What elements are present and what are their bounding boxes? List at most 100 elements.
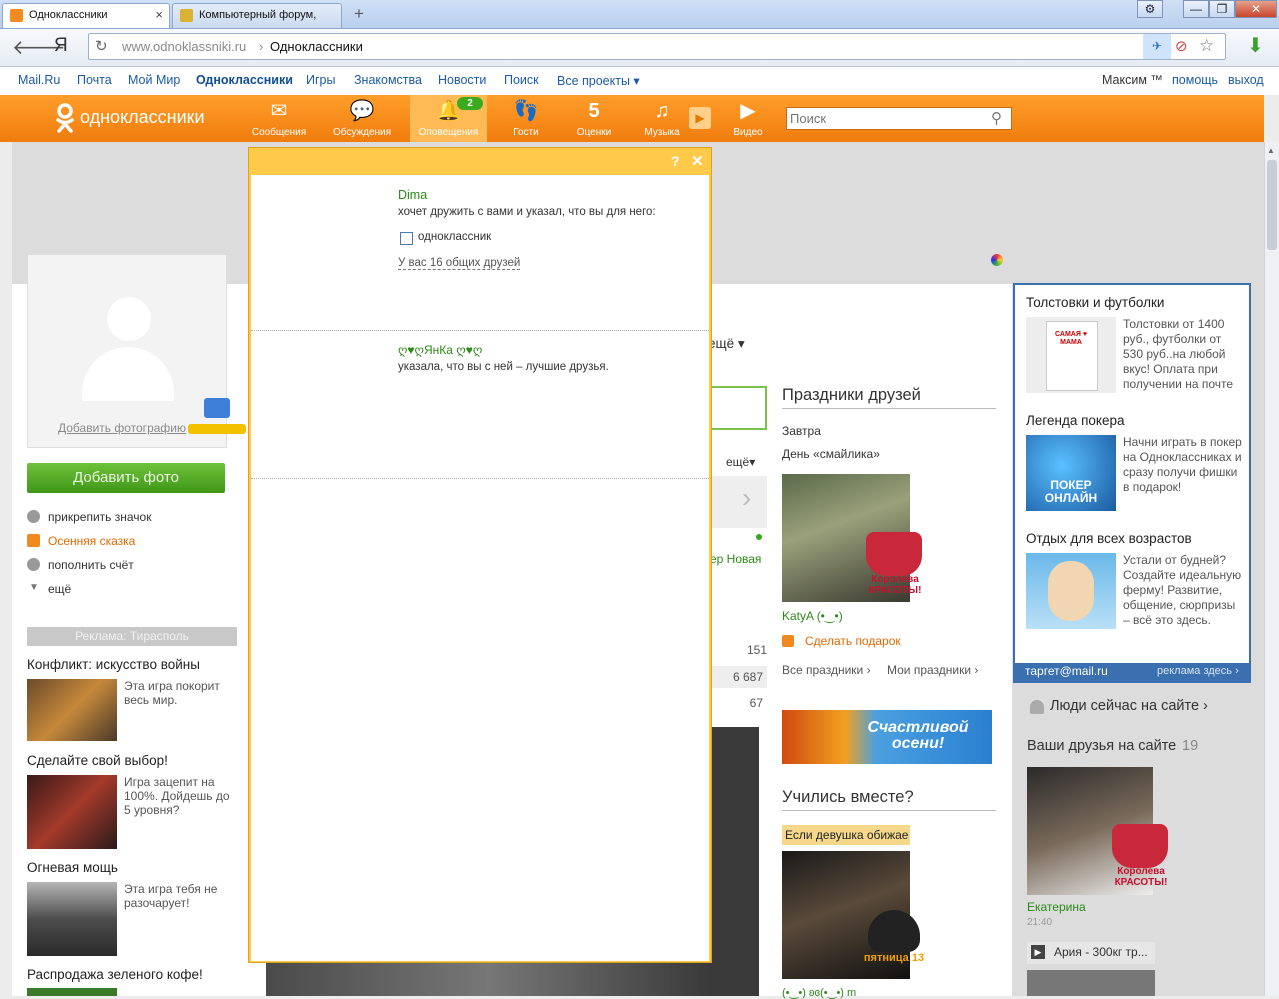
ad-thumbnail[interactable] [27,988,117,996]
stat-value: 67 [749,696,763,710]
odnoklassniki-header: одноклассники ✉ Сообщения 💬 Обсуждения 🔔… [0,95,1264,142]
restore-icon[interactable]: ❐ [1209,0,1235,18]
add-photo-button[interactable]: Добавить фото [27,463,225,493]
ad-text: Толстовки от 1400 руб., футболки от 530 … [1123,317,1234,391]
page-scrollbar[interactable]: ▲ [1264,142,1279,996]
ads-header: Реклама: Тирасполь [27,627,237,646]
all-holidays-link[interactable]: Все праздники › [782,663,871,677]
mailru-link[interactable]: Mail.Ru [18,73,60,87]
mutual-friends-link[interactable]: У вас 16 общих друзей [398,257,521,270]
holiday-name: День «смайлика» [782,447,880,461]
ad-text: Эта игра покорит весь мир. [124,679,220,707]
mail-link[interactable]: Почта [77,73,112,87]
ad-title[interactable]: Конфликт: искусство войны [27,657,237,672]
nav-guests[interactable]: 👣 Гости [490,95,562,142]
ad-title[interactable]: Сделайте свой выбор! [27,753,237,768]
carousel-next-arrow-icon[interactable]: › [742,482,751,514]
games-link[interactable]: Игры [306,73,335,87]
odnoklassniki-link[interactable]: Одноклассники [196,73,293,87]
help-icon[interactable]: ? [671,153,680,169]
song-cover[interactable] [1027,970,1155,996]
close-tab-icon[interactable]: × [155,4,163,26]
browser-tab-active[interactable]: Одноклассники × [2,3,170,28]
notifications-popup: ? ✕ Dima хочет дружить с вами и указал, … [248,147,712,963]
nav-music[interactable]: ♫ Музыка [626,95,698,142]
ad-thumbnail[interactable] [27,775,117,849]
friend-name[interactable]: KatyA (•‿•) [782,609,843,623]
new-tab-button[interactable]: + [346,4,372,24]
color-wheel-icon[interactable] [991,254,1003,266]
song-bar[interactable]: ▶ Ария - 300кг тр... [1027,942,1155,964]
nav-video[interactable]: ▶ Видео [712,95,784,142]
url-field[interactable]: ↻ www.odnoklassniki.ru › Одноклассники ✈… [88,33,1226,60]
my-holidays-link[interactable]: Мои праздники › [887,663,978,677]
friday13-text: пятница 13 [863,952,925,964]
ad-title[interactable]: Распродажа зеленого кофе! [27,967,237,982]
my-world-link[interactable]: Мой Мир [128,73,180,87]
add-photo-link[interactable]: Добавить фотографию [58,421,186,435]
video-thumbnail[interactable] [710,727,759,996]
friend-name-fragment[interactable]: ер Новая [710,552,761,566]
translate-icon[interactable]: ✈ [1143,34,1171,59]
ok-logo-icon[interactable] [54,103,76,133]
nav-notifications[interactable]: 🔔 2 Оповещения [410,95,487,142]
farm-ad-image[interactable] [1026,553,1116,629]
ad-title[interactable]: Огневая мощь [27,860,237,875]
ad-thumbnail[interactable] [27,882,117,956]
blocker-icon[interactable]: ⊘ [1175,37,1188,55]
nav-messages[interactable]: ✉ Сообщения [243,95,315,142]
music-play-icon[interactable]: ▶ [689,107,711,129]
close-popup-icon[interactable]: ✕ [691,152,704,170]
poker-ad-image[interactable]: ПОКЕР ОНЛАЙН [1026,435,1116,511]
ad-title[interactable]: Легенда покера [1026,413,1125,428]
help-link[interactable]: помощь [1172,73,1218,87]
ad-thumbnail[interactable] [27,679,117,741]
search-link[interactable]: Поиск [504,73,539,87]
dating-link[interactable]: Знакомства [354,73,422,87]
target-footer: таргет@mail.ru реклама здесь › [1015,663,1249,681]
logo-text[interactable]: одноклассники [80,107,205,128]
ad-title[interactable]: Отдых для всех возрастов [1026,531,1192,546]
search-icon[interactable]: ⚲ [991,109,1002,127]
scroll-up-icon[interactable]: ▲ [1267,146,1275,155]
download-icon[interactable]: ⬇ [1247,33,1264,58]
notification-sender-name[interactable]: ღ♥ღЯнКа ღ♥ღ [398,343,482,357]
video-thumbnail-bottom[interactable] [266,963,710,996]
user-name[interactable]: Максим ™ [1102,73,1163,87]
scrollbar-thumb[interactable] [1267,160,1277,250]
classmate-name[interactable]: (•‿•) ʚɞ(•‿•) m [782,986,856,999]
more-label: ещё [48,582,72,596]
reload-icon[interactable]: ↻ [95,37,108,55]
logout-link[interactable]: выход [1228,73,1264,87]
status-input-edge[interactable] [710,386,767,430]
footprints-icon: 👣 [513,100,539,122]
autumn-banner[interactable]: Счастливой осени! [782,710,992,764]
target-mail-logo[interactable]: таргет@mail.ru [1025,664,1108,678]
news-link[interactable]: Новости [438,73,486,87]
carousel-panel [710,476,767,528]
yandex-logo[interactable]: Я [54,35,68,57]
nav-ratings[interactable]: 5 Оценки [558,95,630,142]
browser-tab[interactable]: Компьютерный форум, [172,3,342,28]
online-friend-name[interactable]: Екатерина [1027,900,1086,914]
ad-text: Устали от будней? Создайте идеальную фер… [1123,553,1242,627]
minimize-icon[interactable]: — [1183,0,1209,18]
more-dropdown-small[interactable]: ещё▾ [726,455,755,469]
people-online-label: Люди сейчас на сайте › [1050,698,1208,714]
classmate-checkbox[interactable] [400,232,413,245]
ad-here-link[interactable]: реклама здесь › [1157,665,1239,677]
bookmark-star-icon[interactable]: ☆ [1199,36,1214,56]
nav-discussions[interactable]: 💬 Обсуждения [326,95,398,142]
more-dropdown[interactable]: ещё ▾ [708,336,745,352]
notification-sender-name[interactable]: Dima [398,188,427,202]
close-window-icon[interactable]: ✕ [1235,0,1277,18]
play-icon[interactable]: ▶ [1031,945,1045,959]
site-search-input[interactable] [787,108,983,129]
settings-icon[interactable]: ⚙ [1137,0,1163,18]
tshirt-ad-image[interactable]: САМАЯ ♥ МАМА [1026,317,1116,393]
ad-title[interactable]: Толстовки и футболки [1026,295,1164,310]
divider [782,408,996,409]
all-projects-dropdown[interactable]: Все проекты ▾ [557,73,640,88]
url-page-title: Одноклассники [270,39,363,54]
gift-label: Сделать подарок [805,634,901,648]
